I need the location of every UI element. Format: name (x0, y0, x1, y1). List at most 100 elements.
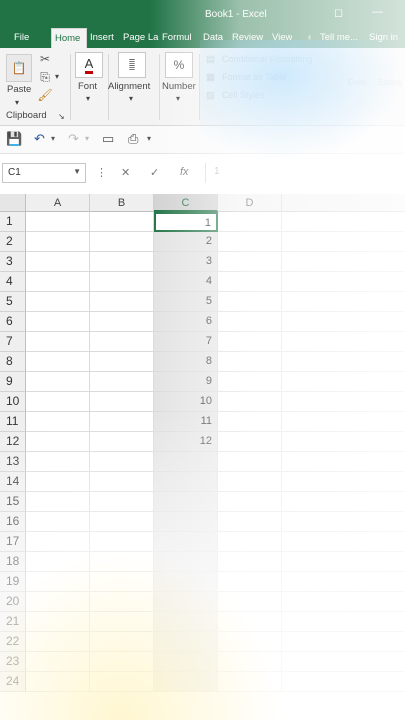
row-header[interactable]: 18 (0, 552, 26, 572)
row-header[interactable]: 17 (0, 532, 26, 552)
redo-icon[interactable]: ↷ (68, 131, 79, 147)
cell[interactable] (26, 652, 90, 672)
cell-c-value[interactable]: 11 (154, 412, 218, 432)
cell[interactable] (26, 592, 90, 612)
font-dropdown-icon[interactable]: ▾ (86, 94, 90, 103)
row-header[interactable]: 3 (0, 252, 26, 272)
cell[interactable] (90, 372, 154, 392)
cell[interactable] (26, 312, 90, 332)
cell[interactable] (282, 652, 405, 672)
column-header-b[interactable]: B (90, 194, 154, 212)
cell-c-value[interactable]: 9 (154, 372, 218, 392)
dialog-launcher-icon[interactable]: ↘ (58, 112, 65, 121)
cell[interactable] (26, 552, 90, 572)
cell[interactable] (154, 572, 218, 592)
cell[interactable] (282, 332, 405, 352)
cell[interactable] (90, 392, 154, 412)
cell[interactable] (282, 392, 405, 412)
cell[interactable] (90, 512, 154, 532)
row-header[interactable]: 19 (0, 572, 26, 592)
cell[interactable] (26, 272, 90, 292)
cell-c-value[interactable]: 12 (154, 432, 218, 452)
cell[interactable] (26, 372, 90, 392)
cell[interactable] (218, 552, 282, 572)
cell[interactable] (282, 532, 405, 552)
cell[interactable] (26, 252, 90, 272)
row-header[interactable]: 15 (0, 492, 26, 512)
cell[interactable] (90, 632, 154, 652)
conditional-formatting-icon[interactable]: ▤ (206, 54, 215, 65)
cell[interactable] (218, 512, 282, 532)
tab-view[interactable]: View (272, 28, 292, 48)
editing-group-label[interactable]: Editing (378, 78, 402, 87)
row-header[interactable]: 22 (0, 632, 26, 652)
cut-icon[interactable]: ✂ (38, 52, 52, 66)
row-header[interactable]: 4 (0, 272, 26, 292)
cell[interactable] (282, 512, 405, 532)
formula-input[interactable]: 1 (205, 163, 405, 183)
cell[interactable] (90, 432, 154, 452)
cell[interactable] (90, 332, 154, 352)
cell[interactable] (218, 532, 282, 552)
name-box[interactable]: C1 ▼ (2, 163, 86, 183)
cell[interactable] (26, 472, 90, 492)
cancel-icon[interactable]: ✕ (121, 166, 130, 179)
cell[interactable] (26, 632, 90, 652)
row-header[interactable]: 21 (0, 612, 26, 632)
cell[interactable] (282, 292, 405, 312)
tab-file[interactable]: File (14, 28, 29, 48)
cell[interactable] (282, 252, 405, 272)
row-header[interactable]: 6 (0, 312, 26, 332)
row-header[interactable]: 13 (0, 452, 26, 472)
save-icon[interactable]: 💾 (6, 131, 22, 147)
enter-icon[interactable]: ✓ (150, 166, 159, 179)
cell[interactable] (90, 232, 154, 252)
cell[interactable] (154, 632, 218, 652)
number-dropdown-icon[interactable]: ▾ (176, 94, 180, 103)
cell[interactable] (218, 632, 282, 652)
cell[interactable] (154, 532, 218, 552)
cell[interactable] (218, 492, 282, 512)
cell[interactable] (218, 592, 282, 612)
number-group-label[interactable]: Number (162, 81, 196, 92)
tab-review[interactable]: Review (232, 28, 263, 48)
cell[interactable] (282, 672, 405, 692)
cell[interactable] (282, 412, 405, 432)
cell[interactable] (90, 212, 154, 232)
cell[interactable] (154, 672, 218, 692)
cell[interactable] (26, 492, 90, 512)
cell-c-value[interactable]: 6 (154, 312, 218, 332)
cell-c-value[interactable]: 4 (154, 272, 218, 292)
alignment-icon[interactable]: ≡ ≡ (118, 52, 146, 78)
cell[interactable] (282, 612, 405, 632)
cell[interactable] (26, 232, 90, 252)
cell-c-value[interactable]: 5 (154, 292, 218, 312)
tab-page-layout[interactable]: Page La (123, 28, 159, 48)
alignment-group-label[interactable]: Alignment (108, 81, 150, 92)
cell[interactable] (218, 352, 282, 372)
cell[interactable] (90, 492, 154, 512)
cell[interactable] (218, 472, 282, 492)
cell[interactable] (90, 552, 154, 572)
cell[interactable] (26, 532, 90, 552)
cell[interactable] (154, 592, 218, 612)
cell[interactable] (26, 512, 90, 532)
minimize-icon[interactable]: — (372, 6, 383, 18)
cell[interactable] (90, 412, 154, 432)
row-header[interactable]: 14 (0, 472, 26, 492)
cell[interactable] (218, 392, 282, 412)
sign-in-link[interactable]: Sign in (369, 28, 398, 48)
cell[interactable] (218, 332, 282, 352)
cell[interactable] (90, 672, 154, 692)
cells-group-label[interactable]: Cells (348, 78, 366, 87)
cell[interactable] (218, 232, 282, 252)
cell[interactable] (282, 592, 405, 612)
cell[interactable] (218, 672, 282, 692)
undo-dropdown-icon[interactable]: ▾ (51, 134, 55, 143)
undo-icon[interactable]: ↶ (34, 131, 45, 147)
tab-home[interactable]: Home (51, 28, 87, 48)
column-header-c[interactable]: C (154, 194, 218, 212)
row-header[interactable]: 7 (0, 332, 26, 352)
row-header[interactable]: 8 (0, 352, 26, 372)
copy-icon[interactable]: ⎘ (38, 70, 52, 84)
